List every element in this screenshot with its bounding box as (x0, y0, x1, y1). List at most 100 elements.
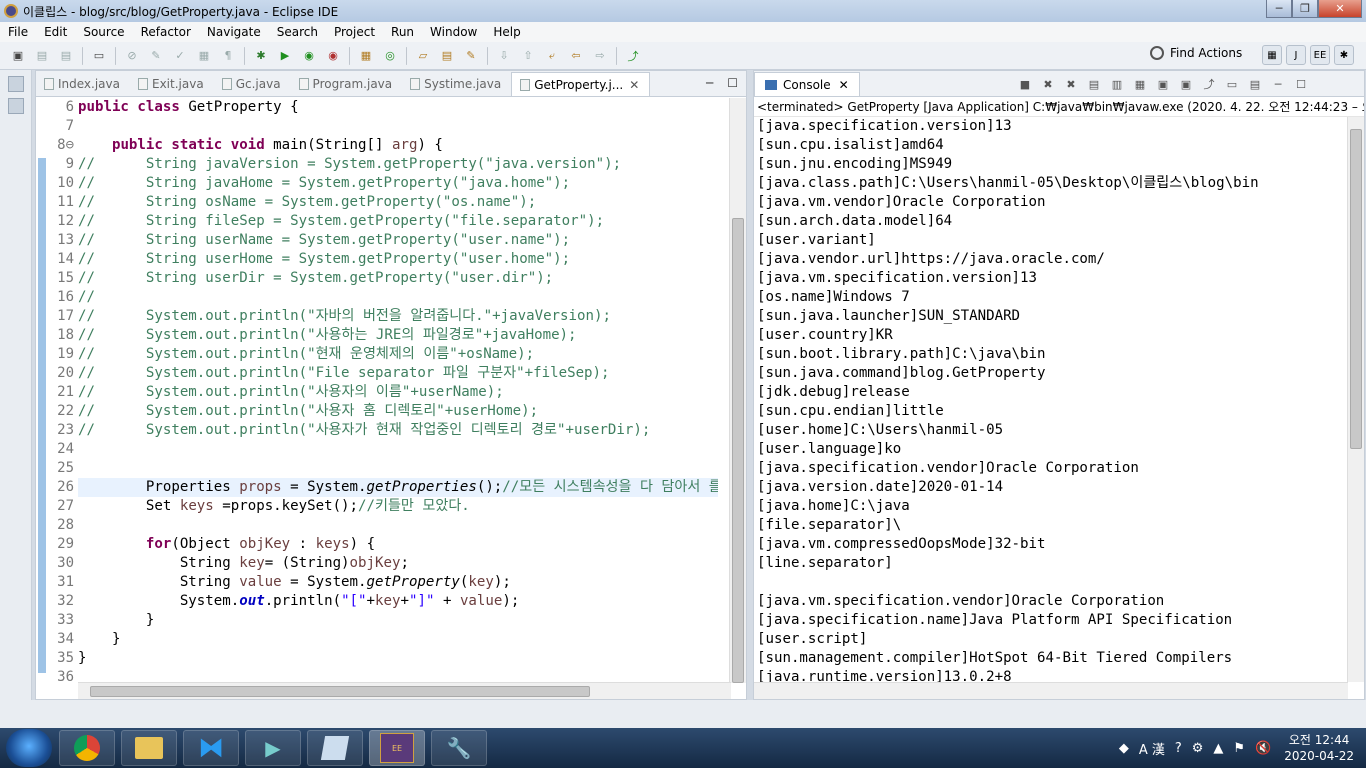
terminal-icon[interactable]: ▭ (90, 47, 108, 65)
minimize-view-icon[interactable]: ─ (1269, 75, 1287, 93)
menu-file[interactable]: File (0, 25, 36, 39)
menu-window[interactable]: Window (422, 25, 485, 39)
minimized-views-strip (0, 70, 32, 700)
toolbar-separator (406, 46, 407, 65)
tab-index-java[interactable]: Index.java (36, 72, 130, 96)
code-editor[interactable]: public class GetProperty { public static… (78, 98, 718, 683)
taskbar-vscode[interactable]: ⧓ (183, 730, 239, 766)
display-console-icon[interactable]: ▭ (1223, 75, 1241, 93)
scroll-lock-icon[interactable]: ▥ (1108, 75, 1126, 93)
taskbar-explorer[interactable] (121, 730, 177, 766)
open-console-icon[interactable]: ▤ (1246, 75, 1264, 93)
minimize-button[interactable]: ─ (1266, 0, 1292, 18)
show-whitespace-icon[interactable]: ¶ (219, 47, 237, 65)
tray-settings-icon[interactable]: ⚙ (1192, 741, 1204, 756)
pin-console-icon[interactable]: ⤴ (1200, 75, 1218, 93)
taskbar-media[interactable]: ▶ (245, 730, 301, 766)
new-package-icon[interactable]: ▦ (357, 47, 375, 65)
menu-source[interactable]: Source (75, 25, 132, 39)
tab-gc-java[interactable]: Gc.java (214, 72, 291, 96)
back-icon[interactable]: ⇦ (567, 47, 585, 65)
javaee-perspective-icon[interactable]: EE (1310, 45, 1330, 65)
show-stdout-icon[interactable]: ▣ (1154, 75, 1172, 93)
last-edit-icon[interactable]: ⤶ (543, 47, 561, 65)
search-tool-icon[interactable]: ✎ (462, 47, 480, 65)
tab-label: Program.java (312, 77, 393, 91)
remove-launch-icon[interactable]: ✖ (1039, 75, 1057, 93)
help-icon[interactable]: ? (1175, 741, 1182, 756)
show-stderr-icon[interactable]: ▣ (1177, 75, 1195, 93)
network-tray-icon[interactable]: ◆ (1119, 741, 1129, 756)
skip-breakpoints-icon[interactable]: ⊘ (123, 47, 141, 65)
start-button[interactable] (6, 729, 52, 767)
save-icon[interactable]: ▤ (33, 47, 51, 65)
menu-help[interactable]: Help (485, 25, 528, 39)
scroll-thumb[interactable] (732, 218, 744, 683)
show-hidden-icons[interactable]: ▲ (1213, 741, 1223, 756)
maximize-button[interactable]: ❐ (1292, 0, 1318, 18)
menu-refactor[interactable]: Refactor (133, 25, 199, 39)
taskbar-notepad[interactable] (307, 730, 363, 766)
menu-run[interactable]: Run (383, 25, 422, 39)
run-icon[interactable]: ▶ (276, 47, 294, 65)
remove-all-icon[interactable]: ✖ (1062, 75, 1080, 93)
menu-navigate[interactable]: Navigate (199, 25, 269, 39)
tab-label: Gc.java (235, 77, 281, 91)
volume-muted-icon[interactable]: 🔇 (1255, 741, 1271, 756)
toggle-annotation-icon[interactable]: ✓ (171, 47, 189, 65)
java-perspective-icon[interactable]: J (1286, 45, 1306, 65)
scroll-thumb[interactable] (90, 686, 590, 697)
debug-perspective-icon[interactable]: ✱ (1334, 45, 1354, 65)
toggle-mark-icon[interactable]: ✎ (147, 47, 165, 65)
console-vertical-scrollbar[interactable] (1347, 117, 1364, 682)
editor-horizontal-scrollbar[interactable] (78, 682, 731, 699)
menu-search[interactable]: Search (269, 25, 326, 39)
taskbar-tools[interactable]: 🔧 (431, 730, 487, 766)
debug-icon[interactable]: ✱ (252, 47, 270, 65)
scroll-thumb[interactable] (1350, 129, 1362, 449)
tab-program-java[interactable]: Program.java (291, 72, 403, 96)
taskbar-eclipse[interactable]: EE (369, 730, 425, 766)
package-explorer-icon[interactable] (8, 98, 24, 114)
close-tab-icon[interactable]: ✕ (629, 78, 639, 92)
new-icon[interactable]: ▣ (9, 47, 27, 65)
close-tab-icon[interactable]: ✕ (839, 78, 849, 92)
menu-edit[interactable]: Edit (36, 25, 75, 39)
word-wrap-icon[interactable]: ▦ (1131, 75, 1149, 93)
tab-console[interactable]: Console ✕ (754, 72, 860, 96)
maximize-view-icon[interactable]: ☐ (727, 76, 738, 90)
taskbar-clock[interactable]: 오전 12:44 2020-04-22 (1284, 732, 1354, 764)
terminate-icon[interactable]: ■ (1016, 75, 1034, 93)
console-horizontal-scrollbar[interactable] (754, 682, 1348, 699)
forward-icon[interactable]: ⇨ (591, 47, 609, 65)
open-task-icon[interactable]: ▤ (438, 47, 456, 65)
taskbar-chrome[interactable] (59, 730, 115, 766)
tab-exit-java[interactable]: Exit.java (130, 72, 214, 96)
minimize-view-icon[interactable]: ─ (706, 76, 713, 90)
open-perspective-icon[interactable]: ▦ (1262, 45, 1282, 65)
console-output[interactable]: [java.specification.version]13 [sun.cpu.i… (757, 117, 1347, 682)
clear-console-icon[interactable]: ▤ (1085, 75, 1103, 93)
maximize-view-icon[interactable]: ☐ (1292, 75, 1310, 93)
new-class-icon[interactable]: ◎ (381, 47, 399, 65)
open-type-icon[interactable]: ▱ (414, 47, 432, 65)
menu-project[interactable]: Project (326, 25, 383, 39)
pin-editor-icon[interactable]: ⤴ (624, 47, 642, 65)
find-actions[interactable]: Find Actions (1150, 46, 1242, 60)
java-file-icon (44, 78, 54, 90)
editor-vertical-scrollbar[interactable] (729, 98, 746, 683)
prev-annotation-icon[interactable]: ⇧ (519, 47, 537, 65)
tab-systime-java[interactable]: Systime.java (402, 72, 511, 96)
next-annotation-icon[interactable]: ⇩ (495, 47, 513, 65)
restore-icon[interactable] (8, 76, 24, 92)
ime-language-indicator[interactable]: A 漢 (1139, 739, 1165, 758)
action-center-icon[interactable]: ⚑ (1233, 741, 1245, 756)
tab-getproperty-java[interactable]: GetProperty.j... ✕ (511, 72, 651, 96)
coverage-icon[interactable]: ◉ (300, 47, 318, 65)
save-all-icon[interactable]: ▤ (57, 47, 75, 65)
external-tools-icon[interactable]: ◉ (324, 47, 342, 65)
block-selection-icon[interactable]: ▦ (195, 47, 213, 65)
toolbar-separator (244, 46, 245, 65)
close-button[interactable]: ✕ (1318, 0, 1362, 18)
